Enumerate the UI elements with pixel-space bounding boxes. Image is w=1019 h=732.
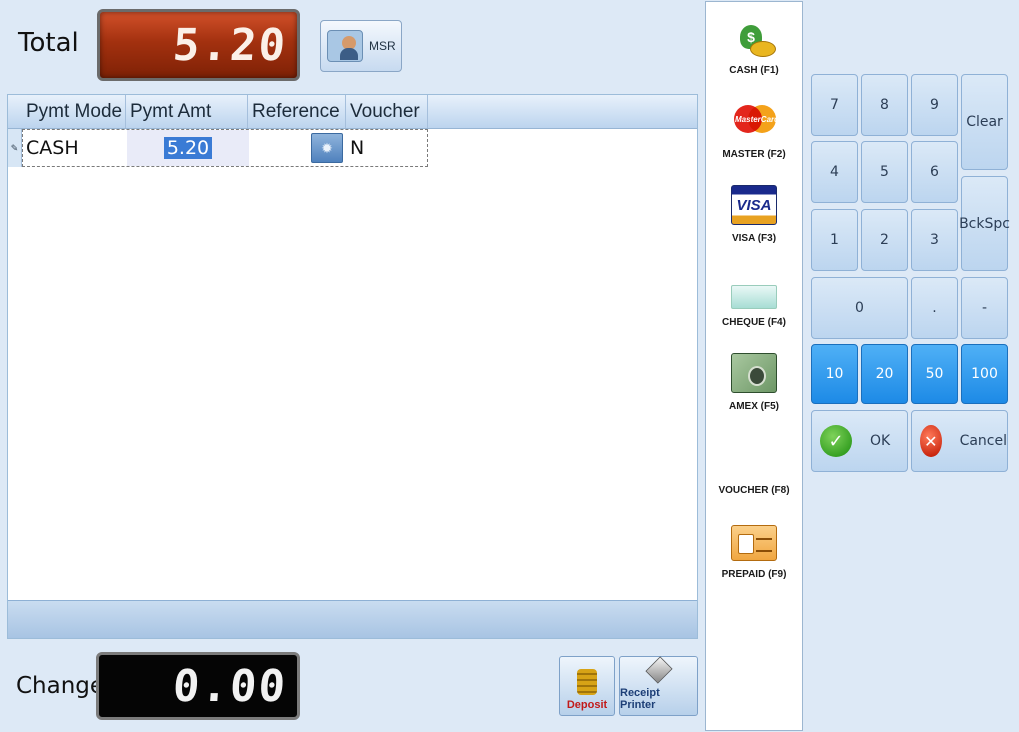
msr-button[interactable]: MSR xyxy=(320,20,402,72)
change-value: 0.00 xyxy=(171,660,289,712)
ok-button[interactable]: ✓ OK xyxy=(811,410,908,472)
key-8[interactable]: 8 xyxy=(861,74,908,136)
grid-footer xyxy=(8,600,697,638)
column-header-pymt-amt[interactable]: Pymt Amt xyxy=(126,95,248,128)
visa-icon: VISA xyxy=(731,185,777,225)
close-icon: ✕ xyxy=(920,425,942,457)
mastercard-icon: MasterCard xyxy=(732,101,779,141)
cancel-label: Cancel xyxy=(959,433,1007,449)
receipt-printer-button[interactable]: Receipt Printer xyxy=(619,656,698,716)
clear-button[interactable]: Clear xyxy=(961,74,1008,170)
payment-method-amex[interactable]: AMEX (F5) xyxy=(706,338,802,418)
cell-pymt-amt[interactable]: 5.20 xyxy=(127,130,249,166)
key-1[interactable]: 1 xyxy=(811,209,858,271)
key-4[interactable]: 4 xyxy=(811,141,858,203)
grid-header: Pymt Mode Pymt Amt Reference Voucher xyxy=(8,95,697,129)
total-display: 5.20 xyxy=(97,9,300,81)
cell-pymt-mode[interactable]: CASH xyxy=(23,130,127,166)
coins-icon xyxy=(577,669,597,695)
payment-method-prepaid[interactable]: PREPAID (F9) xyxy=(706,506,802,586)
ok-label: OK xyxy=(870,433,891,449)
backspace-button[interactable]: BckSpc xyxy=(959,176,1010,271)
row-edit-indicator-icon[interactable]: ✎ xyxy=(8,129,22,167)
column-header-voucher[interactable]: Voucher xyxy=(346,95,428,128)
printer-icon xyxy=(644,656,673,684)
payment-method-list: CASH (F1) MasterCard MASTER (F2) VISA VI… xyxy=(705,1,803,731)
key-5[interactable]: 5 xyxy=(861,141,908,203)
cancel-button[interactable]: ✕ Cancel xyxy=(911,410,1008,472)
key-decimal[interactable]: . xyxy=(911,277,958,339)
amount-input[interactable]: 5.20 xyxy=(163,137,213,159)
quick-amount-100[interactable]: 100 xyxy=(961,344,1008,404)
msr-label: MSR xyxy=(369,39,396,53)
cheque-icon xyxy=(731,285,777,309)
payment-method-label: AMEX (F5) xyxy=(729,401,779,412)
table-row[interactable]: CASH 5.20 ✹ N xyxy=(22,129,428,167)
reference-lookup-button[interactable]: ✹ xyxy=(311,133,343,163)
change-label: Change xyxy=(16,673,105,699)
payment-method-cheque[interactable]: CHEQUE (F4) xyxy=(706,254,802,334)
quick-amount-10[interactable]: 10 xyxy=(811,344,858,404)
column-header-pymt-mode[interactable]: Pymt Mode xyxy=(22,95,126,128)
column-header-reference[interactable]: Reference xyxy=(248,95,346,128)
payment-method-label: PREPAID (F9) xyxy=(721,569,787,580)
receipt-printer-label: Receipt Printer xyxy=(620,687,660,711)
deposit-button[interactable]: Deposit xyxy=(559,656,615,716)
checkmark-icon: ✓ xyxy=(820,425,852,457)
key-minus[interactable]: - xyxy=(961,277,1008,339)
payment-method-label: MASTER (F2) xyxy=(722,149,786,160)
key-9[interactable]: 9 xyxy=(911,74,958,136)
payment-method-label: VISA (F3) xyxy=(731,233,777,244)
payment-method-master[interactable]: MasterCard MASTER (F2) xyxy=(706,86,802,166)
key-7[interactable]: 7 xyxy=(811,74,858,136)
cell-voucher[interactable]: N xyxy=(347,130,427,166)
key-6[interactable]: 6 xyxy=(911,141,958,203)
total-label: Total xyxy=(18,28,79,58)
key-3[interactable]: 3 xyxy=(911,209,958,271)
quick-amount-50[interactable]: 50 xyxy=(911,344,958,404)
id-card-icon xyxy=(327,30,363,62)
payment-method-cash[interactable]: CASH (F1) xyxy=(706,2,802,82)
amex-icon xyxy=(731,353,777,393)
key-0[interactable]: 0 xyxy=(811,277,908,339)
payment-grid: Pymt Mode Pymt Amt Reference Voucher ✎ C… xyxy=(7,94,698,639)
change-display: 0.00 xyxy=(96,652,300,720)
key-2[interactable]: 2 xyxy=(861,209,908,271)
payment-method-label: VOUCHER (F8) xyxy=(718,485,790,496)
cash-icon xyxy=(734,25,776,57)
deposit-label: Deposit xyxy=(566,699,608,711)
quick-amount-20[interactable]: 20 xyxy=(861,344,908,404)
prepaid-card-icon xyxy=(731,525,777,561)
payment-method-visa[interactable]: VISA VISA (F3) xyxy=(706,170,802,250)
payment-method-label: CHEQUE (F4) xyxy=(722,317,786,328)
payment-method-label: CASH (F1) xyxy=(729,65,779,76)
coins-lookup-icon: ✹ xyxy=(321,139,333,156)
total-value: 5.20 xyxy=(171,19,289,71)
payment-method-voucher[interactable]: VOUCHER (F8) xyxy=(706,422,802,502)
